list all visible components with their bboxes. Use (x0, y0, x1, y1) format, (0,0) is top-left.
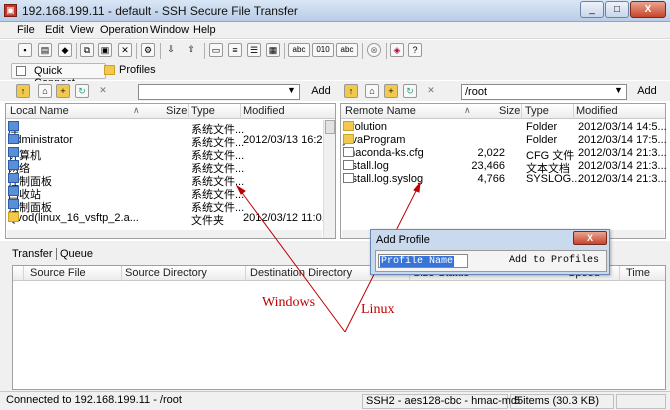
status-bar: Connected to 192.168.199.11 - /root SSH2… (0, 391, 670, 410)
add-to-profiles-button[interactable]: Add to Profiles (509, 255, 599, 266)
dialog-body: Profile Name Add to Profiles (375, 250, 607, 272)
add-profile-dialog: Add Profile X Profile Name Add to Profil… (370, 229, 610, 275)
windows-arrowhead (235, 184, 246, 195)
status-protocol: SSH2 - aes128-cbc - hmac-md5 (362, 394, 523, 409)
profile-name-value: Profile Name (380, 256, 455, 267)
status-empty (616, 394, 666, 409)
status-items: 5 items (30.3 KB) (510, 394, 614, 409)
dialog-title: Add Profile (376, 234, 430, 246)
profile-name-input[interactable]: Profile Name (378, 254, 468, 268)
windows-annotation: Windows (262, 295, 315, 310)
annotation-overlay: Windows Linux (235, 181, 421, 333)
linux-arrowhead (413, 181, 421, 193)
status-connected: Connected to 192.168.199.11 - /root (6, 394, 182, 406)
dialog-close-button[interactable]: X (573, 231, 607, 245)
windows-arrow-line (236, 185, 346, 333)
linux-annotation: Linux (361, 302, 394, 317)
